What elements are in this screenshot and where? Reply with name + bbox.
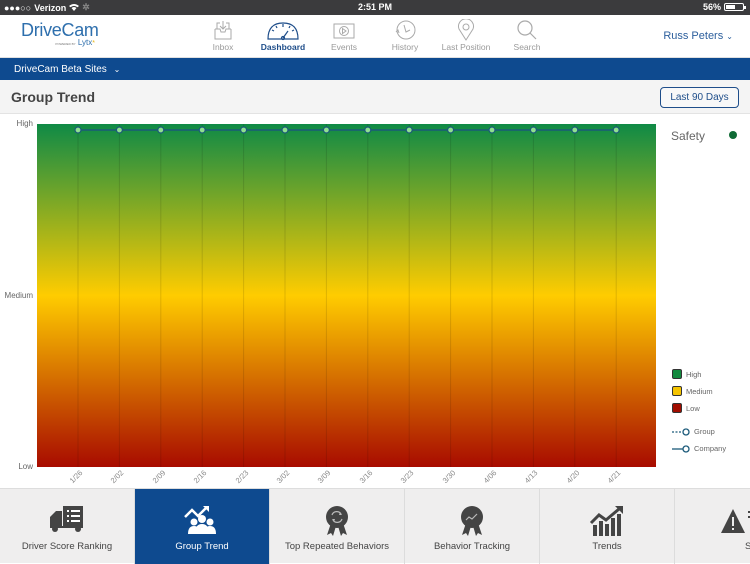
- tab-label: Behavior Tracking: [433, 541, 511, 552]
- award-trend-icon: [461, 506, 483, 536]
- award-repeat-icon: [326, 506, 348, 536]
- user-menu[interactable]: Russ Peters ⌄: [663, 30, 733, 42]
- site-selector-label: DriveCam Beta Sites: [14, 64, 107, 75]
- nav-history[interactable]: History: [370, 19, 440, 52]
- chevron-down-icon: ⌄: [113, 65, 121, 74]
- data-point[interactable]: [571, 126, 579, 134]
- data-point[interactable]: [240, 126, 248, 134]
- date-range-button[interactable]: Last 90 Days: [660, 87, 739, 108]
- dashboard-gauge-icon: [267, 22, 299, 41]
- chevron-down-icon: ⌄: [726, 32, 733, 41]
- tab-safety-dashboard[interactable]: Safety Dashboard: [675, 489, 750, 564]
- app-header: DriveCam POWERED BY Lytx* Inbox Dashboar…: [0, 15, 750, 58]
- chart-background-gradient: [37, 124, 656, 467]
- tab-group-trend[interactable]: Group Trend: [135, 489, 270, 564]
- page-title: Group Trend: [11, 89, 95, 105]
- nav-history-label: History: [391, 42, 419, 52]
- battery-percent: 56%: [702, 2, 721, 12]
- tab-behavior-tracking[interactable]: Behavior Tracking: [405, 489, 540, 564]
- legend-item-medium: Medium: [672, 386, 713, 396]
- tab-label: Safety Dashboard: [745, 541, 750, 552]
- history-clock-icon: [395, 20, 416, 40]
- nav-last-position[interactable]: Last Position: [431, 19, 501, 52]
- legend-swatch-high: [672, 369, 682, 379]
- data-point[interactable]: [115, 126, 124, 134]
- tab-label: Top Repeated Behaviors: [284, 541, 390, 552]
- data-point[interactable]: [322, 126, 330, 134]
- chart-plot: [37, 124, 656, 467]
- data-point[interactable]: [364, 126, 372, 134]
- legend-item-company: Company: [672, 444, 726, 453]
- site-selector[interactable]: DriveCam Beta Sites ⌄: [0, 58, 750, 80]
- dashed-line-marker-icon: [672, 427, 690, 436]
- legend-label: Medium: [686, 386, 713, 396]
- warning-icon: [721, 509, 750, 533]
- data-point[interactable]: [74, 126, 82, 134]
- battery-icon: [724, 3, 746, 11]
- nav-events-label: Events: [331, 42, 357, 52]
- tab-top-repeated-behaviors[interactable]: Top Repeated Behaviors: [270, 489, 405, 564]
- data-point[interactable]: [488, 126, 496, 134]
- legend-item-low: Low: [672, 403, 700, 413]
- legend-item-group: Group: [672, 427, 715, 436]
- page-title-bar: Group Trend Last 90 Days: [0, 80, 750, 114]
- clock: 2:51 PM: [357, 2, 392, 12]
- legend-label: Company: [694, 444, 727, 453]
- data-point[interactable]: [612, 126, 620, 134]
- status-bar: ●●●○○ Verizon ✲ 2:51 PM 56%: [0, 0, 750, 15]
- bottom-tab-bar: Driver Score Ranking Group Trend Top Rep…: [0, 488, 750, 564]
- tab-trends[interactable]: Trends: [540, 489, 675, 564]
- legend-item-high: High: [672, 369, 701, 379]
- legend-label: Low: [686, 403, 700, 413]
- logo-powered-by: POWERED BY Lytx*: [55, 38, 95, 48]
- user-name: Russ Peters: [663, 30, 724, 42]
- tab-label: Group Trend: [175, 541, 229, 552]
- group-trend-icon: [184, 506, 216, 534]
- data-point[interactable]: [447, 126, 455, 134]
- legend-series-dot[interactable]: [729, 131, 737, 139]
- bar-trend-icon: [589, 506, 623, 536]
- legend-label: High: [686, 369, 702, 379]
- nav-search-label: Search: [513, 42, 541, 52]
- logo-name: DriveCam: [21, 20, 99, 40]
- events-play-icon: [333, 23, 355, 39]
- nav-dashboard-label: Dashboard: [260, 42, 306, 52]
- legend-label: Group: [694, 427, 715, 436]
- drivecam-logo[interactable]: DriveCam POWERED BY Lytx*: [21, 21, 101, 48]
- tab-driver-score-ranking[interactable]: Driver Score Ranking: [0, 489, 135, 564]
- nav-events[interactable]: Events: [309, 19, 379, 52]
- map-pin-icon: [458, 19, 474, 41]
- inbox-icon: [214, 21, 232, 40]
- legend-swatch-medium: [672, 386, 682, 396]
- tab-label: Trends: [592, 541, 622, 552]
- legend-swatch-low: [672, 403, 682, 413]
- tab-label: Driver Score Ranking: [21, 541, 113, 552]
- search-icon: [517, 20, 537, 40]
- data-point[interactable]: [529, 126, 538, 134]
- legend-series-title: Safety: [671, 129, 706, 143]
- data-point[interactable]: [405, 126, 413, 134]
- nav-dashboard[interactable]: Dashboard: [248, 19, 318, 52]
- truck-list-icon: [50, 506, 83, 532]
- nav-search[interactable]: Search: [492, 19, 562, 52]
- data-point[interactable]: [157, 126, 165, 134]
- nav-inbox-label: Inbox: [212, 42, 234, 52]
- data-point[interactable]: [198, 126, 206, 134]
- group-trend-chart: High Medium Low 1/26 2/02 2/09 2/16 2/23 3/02…: [0, 114, 750, 488]
- solid-line-marker-icon: [672, 444, 690, 453]
- nav-last-position-label: Last Position: [441, 42, 491, 52]
- data-point[interactable]: [281, 126, 289, 134]
